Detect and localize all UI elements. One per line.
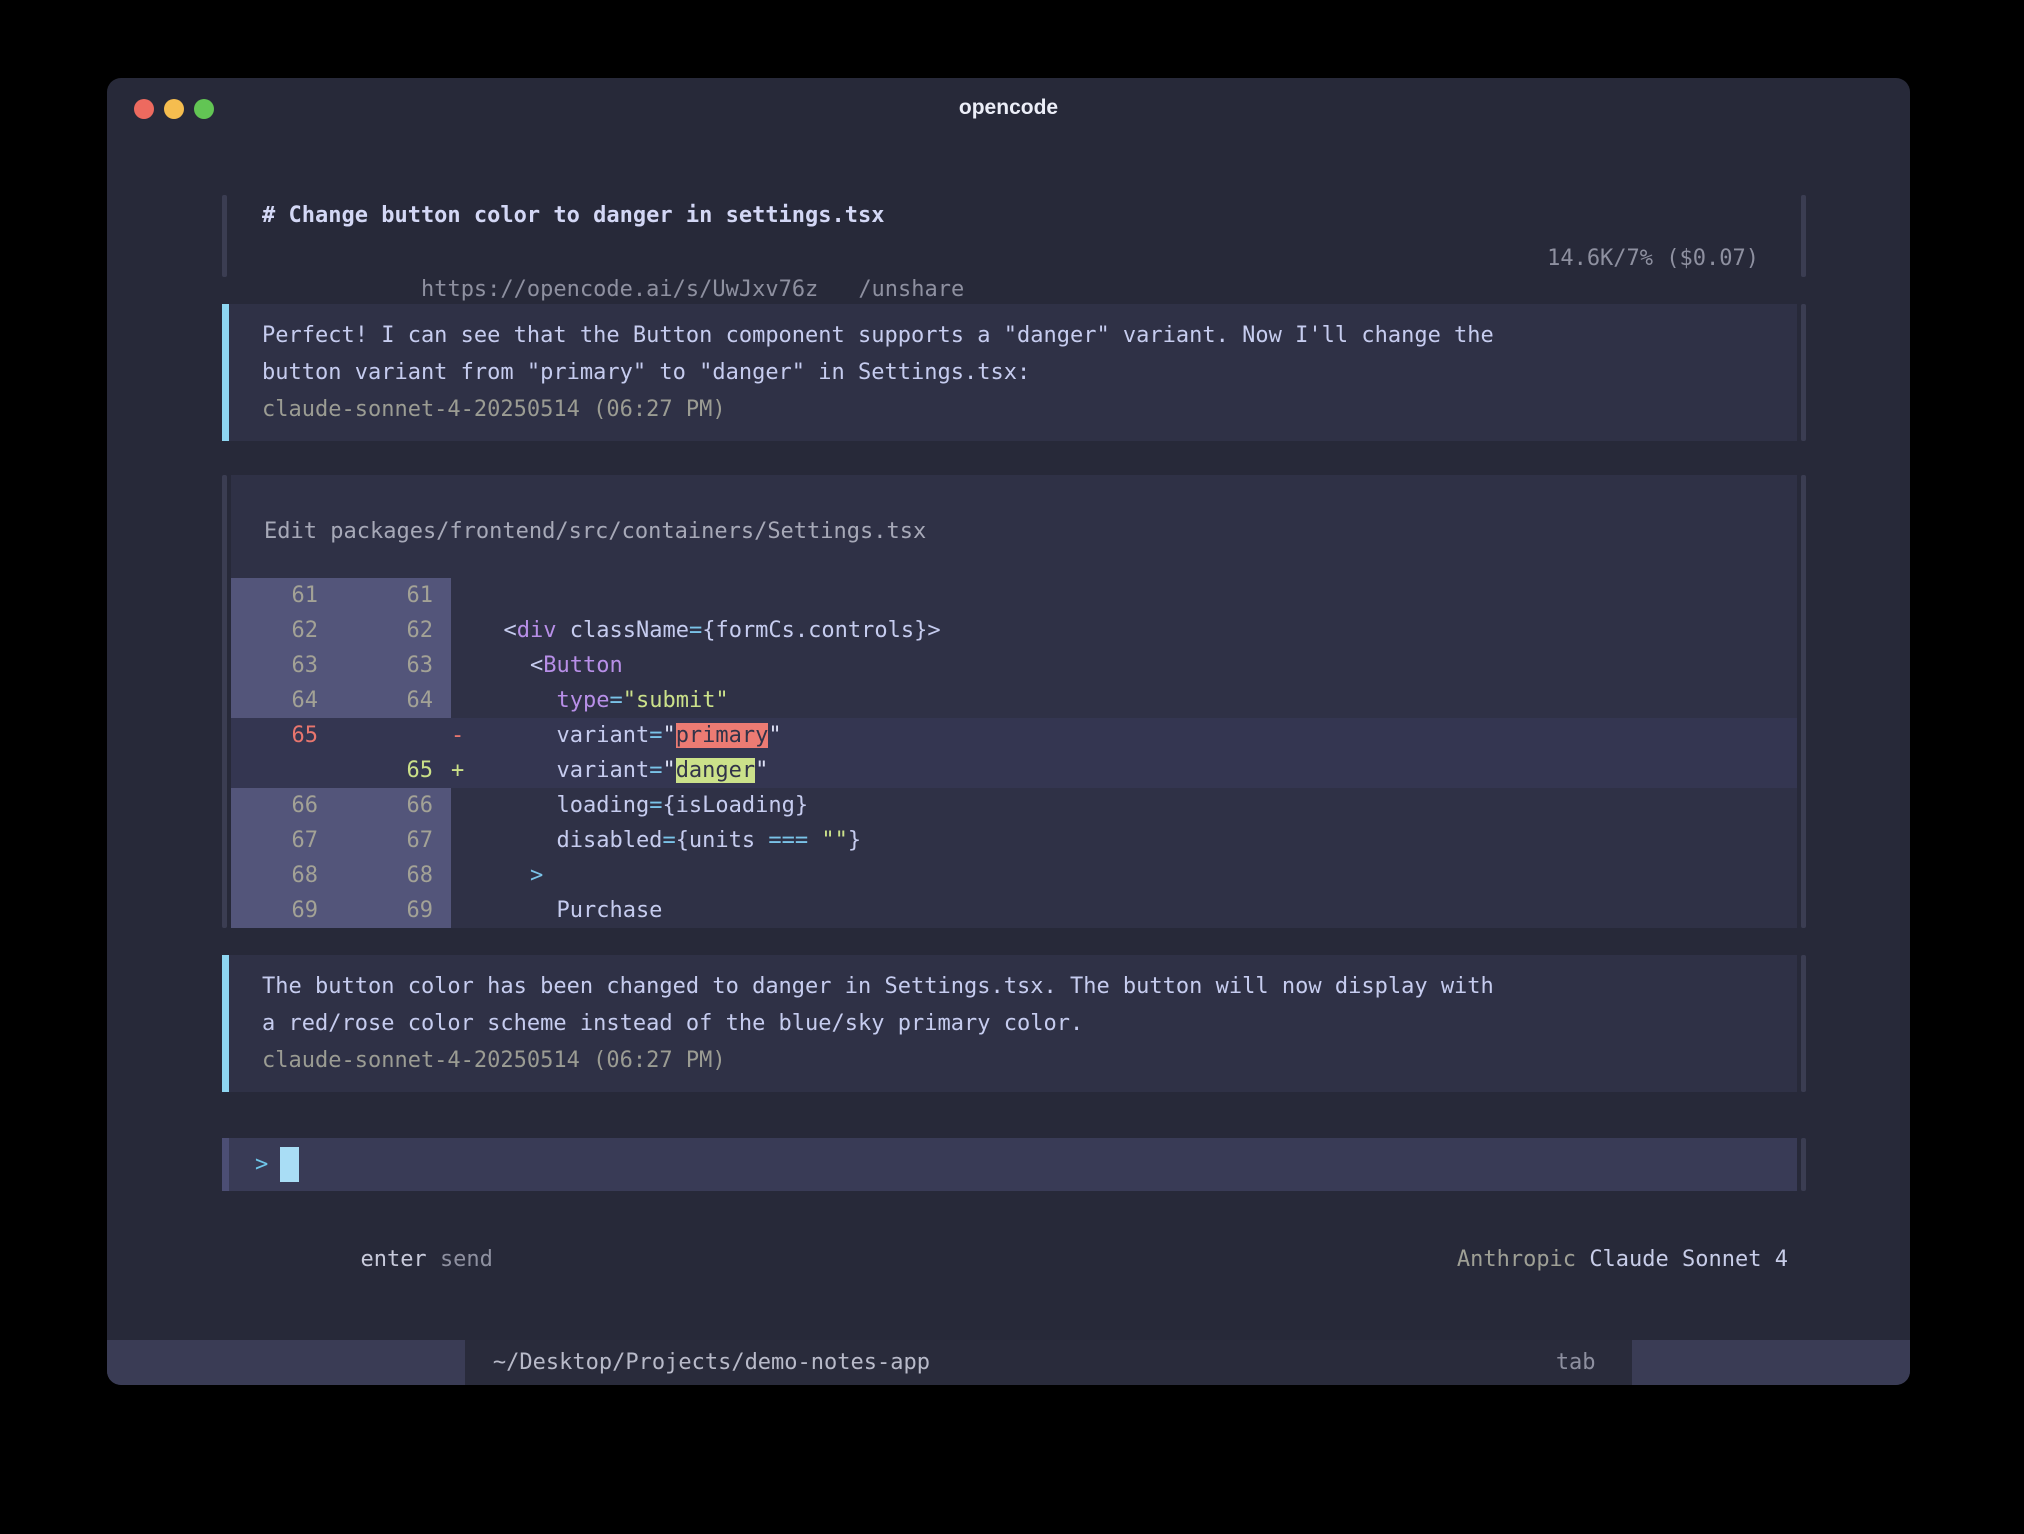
opencode-window: opencode # Change button color to danger… [107, 78, 1910, 1385]
code-line: <Button [477, 648, 1797, 683]
diff-marker [451, 613, 477, 648]
code-line: disabled={units === ""} [477, 823, 1797, 858]
message-line: The button color has been changed to dan… [262, 968, 1797, 1005]
code-line: variant="danger" [477, 753, 1797, 788]
header-right-border [1801, 195, 1806, 277]
message-right-border [1801, 955, 1806, 1092]
diff-row: 6868 > [231, 858, 1797, 893]
message-line: Perfect! I can see that the Button compo… [262, 317, 1797, 354]
diff-line-number-new: 61 [336, 578, 451, 613]
session-title: # Change button color to danger in setti… [262, 197, 1547, 234]
diff-marker: - [451, 718, 477, 753]
diff-marker [451, 823, 477, 858]
diff-view: 61616262 <div className={formCs.controls… [231, 578, 1797, 928]
code-line: loading={isLoading} [477, 788, 1797, 823]
hint-enter-key: enter [360, 1247, 426, 1272]
message-meta: claude-sonnet-4-20250514 (06:27 PM) [262, 391, 1797, 428]
model-provider: Anthropic [1457, 1247, 1576, 1272]
message-text: The button color has been changed to dan… [262, 968, 1797, 1042]
hint-row: enter send Anthropic Claude Sonnet 4 [222, 1206, 1806, 1314]
diff-row: 6363 <Button [231, 648, 1797, 683]
build-mode-badge: BUILD MODE [1632, 1340, 1910, 1385]
diff-line-number-new: 66 [336, 788, 451, 823]
message-text: Perfect! I can see that the Button compo… [262, 317, 1797, 391]
code-line: > [477, 858, 1797, 893]
hint-send-label: send [440, 1247, 493, 1272]
diff-line-number-new: 62 [336, 613, 451, 648]
diff-line-number-old: 66 [231, 788, 336, 823]
message-line: button variant from "primary" to "danger… [262, 354, 1797, 391]
diff-line-number-new: 65 [336, 753, 451, 788]
diff-row: 65+ variant="danger" [231, 753, 1797, 788]
code-line: type="submit" [477, 683, 1797, 718]
app-version-badge: opencode v0.3.11 [107, 1340, 465, 1385]
diff-line-number-new: 68 [336, 858, 451, 893]
tab-hint: tab [1556, 1340, 1626, 1385]
message-accent-bar [222, 955, 229, 1092]
diff-row: 6464 type="submit" [231, 683, 1797, 718]
hint-send-action [427, 1247, 440, 1272]
diff-line-number-old: 63 [231, 648, 336, 683]
text-cursor [280, 1147, 299, 1182]
diff-marker [451, 578, 477, 613]
message-accent-bar [222, 304, 229, 441]
titlebar: opencode [107, 78, 1910, 140]
model-name: Claude Sonnet 4 [1589, 1247, 1788, 1272]
diff-marker [451, 893, 477, 928]
diff-marker [451, 858, 477, 893]
code-line: Purchase [477, 893, 1797, 928]
code-line [477, 578, 1797, 613]
edit-right-border [1801, 475, 1806, 928]
prompt-input[interactable]: > [229, 1138, 1797, 1191]
diff-line-number-old: 61 [231, 578, 336, 613]
diff-marker: + [451, 753, 477, 788]
diff-row: 65 - variant="primary" [231, 718, 1797, 753]
diff-line-number-new: 63 [336, 648, 451, 683]
diff-line-number-old: 69 [231, 893, 336, 928]
share-url[interactable]: https://opencode.ai/s/UwJxv76z [421, 277, 818, 302]
code-line: <div className={formCs.controls}> [477, 613, 1797, 648]
main-content: # Change button color to danger in setti… [107, 140, 1910, 1314]
diff-marker [451, 683, 477, 718]
desktop: opencode # Change button color to danger… [0, 0, 2024, 1534]
diff-line-number-old: 67 [231, 823, 336, 858]
code-line: variant="primary" [477, 718, 1797, 753]
diff-line-number-old: 68 [231, 858, 336, 893]
unshare-command[interactable]: /unshare [858, 277, 964, 302]
diff-row: 6767 disabled={units === ""} [231, 823, 1797, 858]
message-meta: claude-sonnet-4-20250514 (06:27 PM) [262, 1042, 1797, 1079]
diff-row: 6666 loading={isLoading} [231, 788, 1797, 823]
cwd-path: ~/Desktop/Projects/demo-notes-app [465, 1340, 930, 1385]
assistant-message: The button color has been changed to dan… [222, 955, 1806, 1092]
diff-line-number-new [336, 718, 451, 753]
edit-card: Edit packages/frontend/src/containers/Se… [231, 475, 1797, 928]
edit-tool-section: Edit packages/frontend/src/containers/Se… [222, 475, 1806, 928]
diff-marker [451, 648, 477, 683]
statusbar: opencode v0.3.11 ~/Desktop/Projects/demo… [107, 1340, 1910, 1385]
diff-row: 6969 Purchase [231, 893, 1797, 928]
diff-line-number-old: 65 [231, 718, 336, 753]
diff-row: 6161 [231, 578, 1797, 613]
assistant-message: Perfect! I can see that the Button compo… [222, 304, 1806, 441]
token-stats: 14.6K/7% ($0.07) [1547, 240, 1759, 277]
prompt-icon: > [255, 1152, 268, 1177]
diff-row: 6262 <div className={formCs.controls}> [231, 613, 1797, 648]
window-title: opencode [107, 96, 1910, 120]
diff-line-number-old [231, 753, 336, 788]
session-header: # Change button color to danger in setti… [222, 195, 1806, 277]
diff-marker [451, 788, 477, 823]
input-left-border [222, 1138, 229, 1191]
input-right-border [1801, 1138, 1806, 1191]
diff-line-number-new: 64 [336, 683, 451, 718]
diff-line-number-old: 62 [231, 613, 336, 648]
diff-line-number-old: 64 [231, 683, 336, 718]
prompt-input-section: > [222, 1138, 1806, 1191]
diff-line-number-new: 69 [336, 893, 451, 928]
message-line: a red/rose color scheme instead of the b… [262, 1005, 1797, 1042]
message-right-border [1801, 304, 1806, 441]
edit-header: Edit packages/frontend/src/containers/Se… [231, 475, 1797, 578]
diff-line-number-new: 67 [336, 823, 451, 858]
